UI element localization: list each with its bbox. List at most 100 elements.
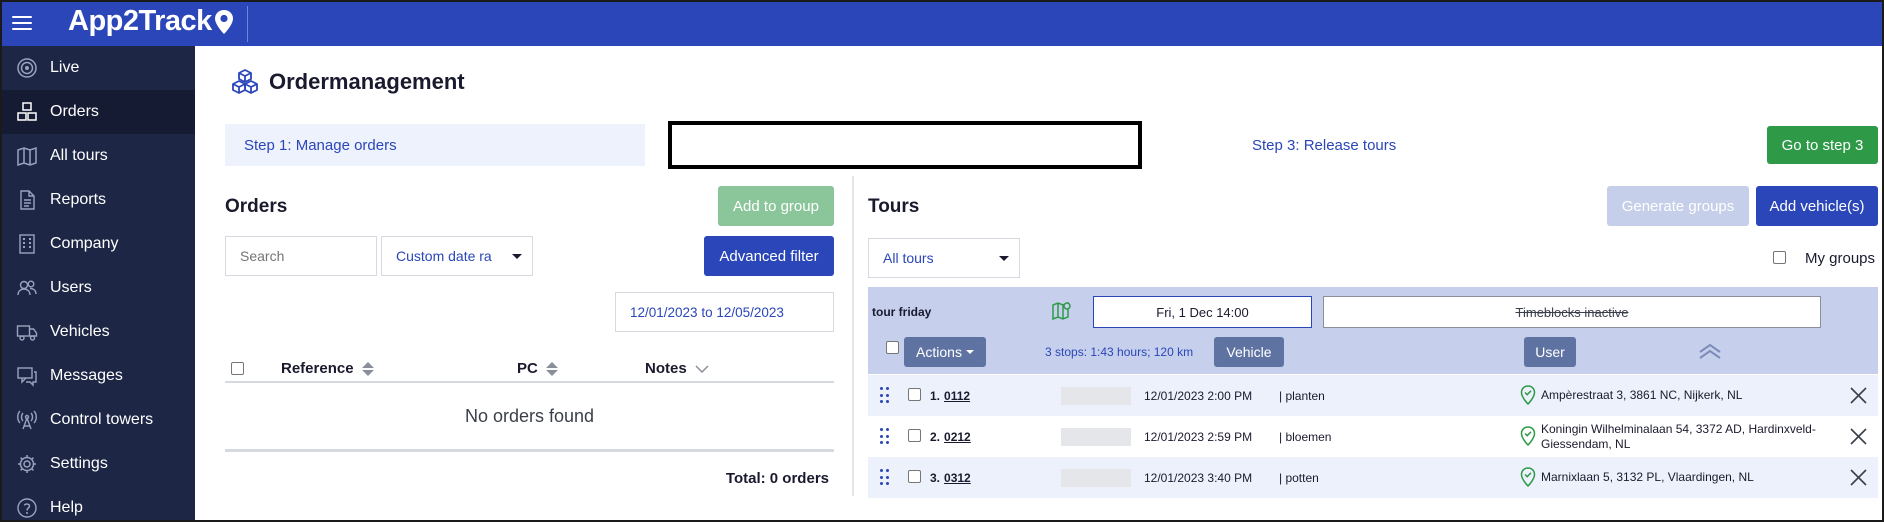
close-icon[interactable]	[1850, 469, 1867, 486]
column-pc[interactable]: PC	[517, 360, 558, 377]
antenna-icon	[16, 409, 38, 431]
tour-header: tour friday Fri, 1 Dec 14:00 Timeblocks …	[868, 287, 1878, 374]
stop-reference-link[interactable]: 0112	[944, 389, 970, 403]
sidebar-item-orders[interactable]: Orders	[2, 90, 195, 134]
step-2-assemble-tours[interactable]: Step 2: Assemble tours	[675, 126, 1135, 164]
orders-table-divider	[225, 381, 834, 383]
sidebar-item-settings[interactable]: Settings	[2, 442, 195, 486]
vehicle-button[interactable]: Vehicle	[1214, 337, 1284, 367]
stop-reference-link[interactable]: 0312	[944, 471, 971, 485]
sidebar-item-label: Reports	[50, 191, 107, 208]
timeblocks-field[interactable]: Timeblocks inactive	[1323, 296, 1821, 328]
date-range-select[interactable]: Custom date ra	[381, 236, 533, 276]
step-3-release-tours[interactable]: Step 3: Release tours	[1125, 124, 1545, 166]
brand-logo[interactable]: App2Track	[68, 5, 234, 38]
user-button[interactable]: User	[1524, 337, 1576, 367]
collapse-icon[interactable]	[1698, 343, 1722, 359]
boxes-icon	[16, 101, 38, 123]
sidebar-item-live[interactable]: Live	[2, 46, 195, 90]
sidebar-item-messages[interactable]: Messages	[2, 354, 195, 398]
tour-name: tour friday	[872, 305, 932, 319]
sidebar-item-label: Users	[50, 279, 92, 296]
tour-stop-row[interactable]: 2. 0212 12/01/2023 2:59 PM | bloemen Koni…	[868, 416, 1878, 457]
tour-stop-row[interactable]: 1. 0112 12/01/2023 2:00 PM | planten Ampè…	[868, 375, 1878, 416]
stop-placeholder	[1061, 427, 1131, 446]
sidebar-item-label: Control towers	[50, 411, 154, 428]
top-bar: App2Track	[2, 2, 1882, 46]
stop-placeholder	[1061, 468, 1131, 487]
stop-checkbox[interactable]	[908, 429, 921, 442]
drag-handle-icon[interactable]	[880, 469, 890, 487]
page-title: Ordermanagement	[231, 68, 465, 96]
sidebar-item-control-towers[interactable]: Control towers	[2, 398, 195, 442]
search-input[interactable]	[225, 236, 377, 276]
tour-datetime-field[interactable]: Fri, 1 Dec 14:00	[1093, 296, 1312, 328]
sidebar-item-all-tours[interactable]: All tours	[2, 134, 195, 178]
users-icon	[16, 277, 38, 299]
go-to-step-3-button[interactable]: Go to step 3	[1767, 126, 1878, 164]
chevron-down-icon	[512, 254, 522, 259]
sidebar-item-label: Vehicles	[50, 323, 110, 340]
orders-empty-message: No orders found	[464, 406, 595, 426]
step-1-manage-orders[interactable]: Step 1: Manage orders	[225, 124, 645, 166]
sidebar-item-reports[interactable]: Reports	[2, 178, 195, 222]
my-groups-label: My groups	[1805, 250, 1876, 267]
column-reference-label: Reference	[281, 360, 354, 377]
sidebar-item-label: Settings	[50, 455, 108, 472]
my-groups-checkbox[interactable]	[1773, 251, 1786, 264]
menu-icon[interactable]	[12, 12, 32, 34]
map-icon	[16, 145, 38, 167]
stop-address: Ampèrestraat 3, 3861 NC, Nijkerk, NL	[1541, 388, 1743, 402]
tour-stop-row[interactable]: 3. 0312 12/01/2023 3:40 PM | potten Marni…	[868, 457, 1878, 498]
truck-icon	[16, 321, 38, 343]
brand-name: App2Track	[68, 5, 212, 37]
drag-handle-icon[interactable]	[880, 387, 890, 405]
advanced-filter-button[interactable]: Advanced filter	[704, 236, 834, 276]
stop-checkbox[interactable]	[908, 388, 921, 401]
sidebar-item-label: Orders	[50, 103, 99, 120]
stop-checkbox[interactable]	[908, 470, 921, 483]
tour-summary: 3 stops: 1:43 hours; 120 km	[1045, 345, 1194, 359]
orders-footer-divider	[225, 449, 834, 452]
date-range-select-value: Custom date ra	[396, 248, 492, 264]
add-vehicles-button[interactable]: Add vehicle(s)	[1756, 186, 1878, 226]
sidebar-item-help[interactable]: Help	[2, 486, 195, 520]
actions-label: Actions	[916, 344, 962, 360]
close-icon[interactable]	[1850, 428, 1867, 445]
location-check-icon	[1520, 385, 1536, 405]
drag-handle-icon[interactable]	[880, 428, 890, 446]
column-notes-label: Notes	[645, 360, 687, 377]
close-icon[interactable]	[1850, 387, 1867, 404]
column-notes[interactable]: Notes	[645, 360, 709, 377]
generate-groups-button[interactable]: Generate groups	[1607, 186, 1749, 226]
date-range-field[interactable]: 12/01/2023 to 12/05/2023	[615, 292, 834, 332]
boxes-icon	[232, 69, 258, 94]
select-all-stops-checkbox[interactable]	[886, 341, 899, 354]
help-icon	[16, 497, 38, 519]
map-pin-icon[interactable]	[1051, 299, 1073, 321]
select-all-orders-checkbox[interactable]	[231, 362, 244, 375]
page-title-text: Ordermanagement	[269, 69, 465, 94]
sidebar-item-label: All tours	[50, 147, 108, 164]
sidebar-item-users[interactable]: Users	[2, 266, 195, 310]
tours-filter-select[interactable]: All tours	[868, 238, 1020, 278]
stepper: Step 1: Manage orders Step 2: Assemble t…	[225, 121, 1545, 169]
orders-title: Orders	[225, 196, 288, 217]
actions-dropdown[interactable]: Actions	[904, 337, 986, 367]
stop-number: 2.	[930, 429, 941, 444]
column-reference[interactable]: Reference	[281, 360, 374, 377]
stop-time: 12/01/2023 2:00 PM	[1144, 388, 1253, 403]
sidebar-item-label: Help	[50, 499, 83, 516]
sidebar-item-company[interactable]: Company	[2, 222, 195, 266]
stop-index: 3. 0312	[930, 471, 971, 485]
sidebar-item-label: Live	[50, 59, 80, 76]
stop-index: 2. 0212	[930, 430, 971, 444]
stop-placeholder	[1061, 386, 1131, 405]
stop-note: | bloemen	[1279, 429, 1332, 444]
stop-note: | planten	[1279, 388, 1325, 403]
stop-reference-link[interactable]: 0212	[944, 430, 971, 444]
column-pc-label: PC	[517, 360, 538, 377]
sidebar-item-vehicles[interactable]: Vehicles	[2, 310, 195, 354]
add-to-group-button[interactable]: Add to group	[718, 186, 834, 226]
location-check-icon	[1520, 426, 1536, 446]
